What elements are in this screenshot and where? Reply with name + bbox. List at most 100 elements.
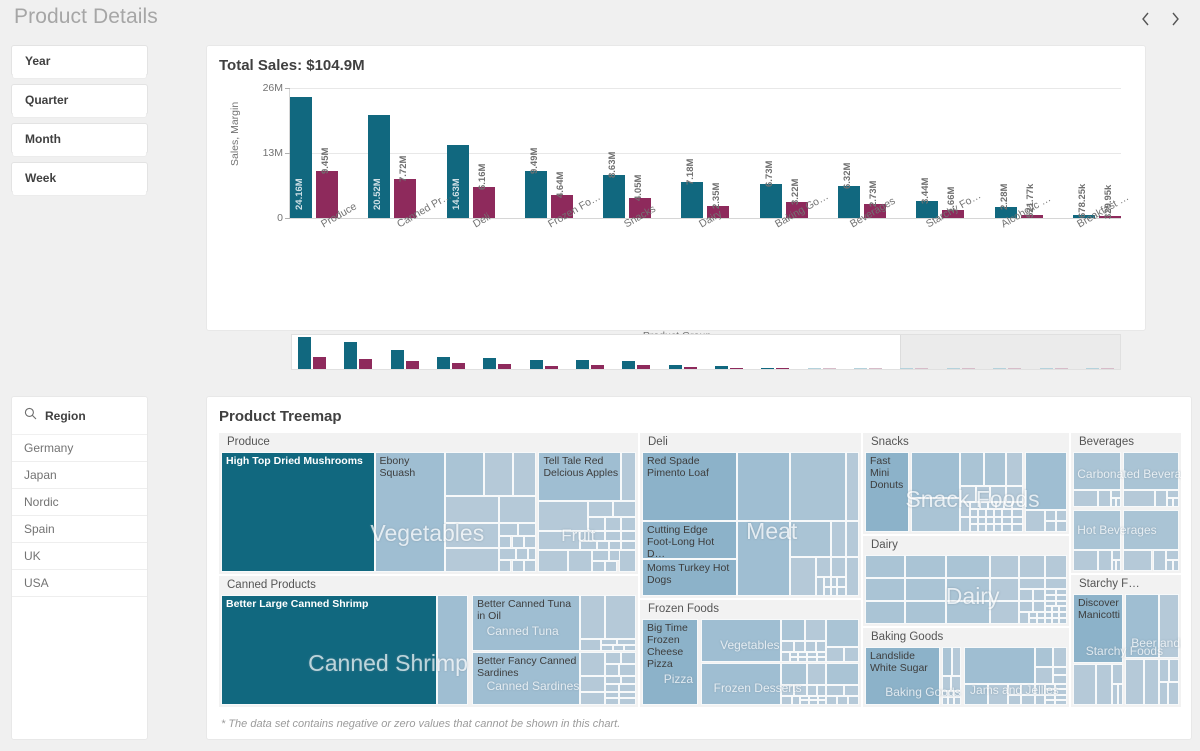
treemap-tile[interactable] [1122,549,1153,571]
search-icon[interactable] [24,407,37,425]
treemap-tile[interactable] [604,664,620,677]
treemap-tile[interactable] [592,561,605,572]
bar-group[interactable]: 7.18M 2.35M [681,88,730,218]
treemap-tile[interactable] [538,531,580,551]
treemap-tile[interactable] [1044,618,1053,624]
treemap-tile[interactable] [737,452,790,522]
treemap-tile[interactable] [1122,510,1179,550]
treemap-tile[interactable] [1012,516,1023,525]
treemap-tile[interactable] [837,586,846,596]
treemap-tile[interactable] [815,557,831,578]
treemap-tile[interactable] [905,600,946,624]
treemap-tile[interactable] [1158,659,1170,682]
treemap-tile[interactable] [604,595,636,639]
treemap-tile[interactable] [1154,490,1168,507]
treemap-tile[interactable] [1006,452,1023,486]
treemap-tile[interactable]: Landslide White Sugar [865,647,940,705]
treemap-tile[interactable] [1117,683,1123,705]
treemap-tile[interactable] [619,664,636,677]
treemap-tile[interactable] [621,540,636,551]
treemap-tile[interactable]: Tell Tale Red Delcious Apples [538,452,622,502]
treemap-tile[interactable] [986,524,995,532]
bar-sales[interactable]: 9.49M [524,147,547,218]
treemap-tile[interactable] [837,577,846,587]
treemap-tile[interactable] [845,452,859,522]
treemap-tile[interactable] [994,516,1003,525]
treemap-tile[interactable] [604,516,622,532]
treemap-tile[interactable] [1018,600,1033,613]
treemap-tile[interactable] [780,695,792,705]
treemap-tile[interactable] [1008,684,1021,695]
treemap-tile[interactable] [845,557,859,596]
treemap-tile[interactable] [1002,516,1013,525]
treemap-tile[interactable] [963,684,989,705]
treemap-tile[interactable] [824,586,831,596]
treemap-tile[interactable] [941,676,951,691]
treemap-tile[interactable] [511,536,524,548]
treemap-tile[interactable] [619,684,636,692]
treemap-tile[interactable] [1034,694,1045,705]
treemap-tile[interactable] [1152,549,1167,571]
treemap-tile[interactable]: Cutting Edge Foot-Long Hot D… [642,521,738,559]
treemap-tile[interactable] [789,656,799,662]
bar-sales[interactable]: 24.16M [290,97,312,218]
treemap-tile[interactable] [945,555,991,578]
treemap-tile[interactable] [445,522,500,548]
treemap-tile[interactable] [826,685,844,696]
chevron-left-icon[interactable] [1138,9,1152,29]
treemap-tile[interactable] [588,516,605,532]
treemap-tile[interactable] [791,695,801,705]
filter-button-week[interactable]: Week [11,162,148,196]
treemap-tile[interactable] [978,509,987,517]
treemap-area[interactable]: Produce High Top Dried Mushrooms Ebony Squ… [219,433,1181,707]
treemap-tile[interactable] [843,685,859,696]
treemap-tile[interactable] [826,646,844,662]
treemap-tile[interactable] [951,647,961,676]
treemap-tile[interactable] [804,619,827,642]
treemap-tile[interactable] [990,577,1019,601]
treemap-tile[interactable] [911,452,960,499]
treemap-tile[interactable] [484,452,514,497]
treemap-tile[interactable] [988,501,997,510]
treemap-tile[interactable] [994,524,1003,532]
treemap-tile[interactable] [517,522,537,536]
bar-group[interactable]: 6.32M 2.73M [838,88,887,218]
treemap-tile[interactable] [978,516,987,525]
treemap-tile[interactable] [515,548,529,560]
treemap-tile[interactable] [1012,501,1023,510]
treemap-tile[interactable] [950,676,961,691]
treemap-tile[interactable] [538,501,589,532]
treemap-tile[interactable] [621,652,636,665]
treemap-tile[interactable] [1004,501,1013,510]
treemap-tile[interactable] [700,662,781,705]
treemap-tile[interactable] [499,536,512,548]
treemap-tile[interactable] [1020,684,1035,695]
treemap-group[interactable]: Canned Products Better Large Canned Shrim… [219,576,638,707]
treemap-tile[interactable] [986,516,995,525]
treemap-tile[interactable] [588,501,614,517]
treemap-tile[interactable] [996,501,1005,510]
treemap-tile[interactable] [604,652,622,665]
chevron-right-icon[interactable] [1168,9,1182,29]
treemap-tile[interactable] [621,516,636,532]
treemap-tile[interactable] [596,540,609,551]
treemap-tile[interactable] [830,557,846,578]
treemap-tile[interactable] [815,577,825,596]
treemap-tile[interactable] [1098,490,1112,507]
treemap-tile[interactable] [970,524,979,532]
treemap-tile[interactable] [1024,509,1045,532]
treemap-tile[interactable] [780,662,807,686]
treemap-tile[interactable] [980,501,989,510]
treemap-tile[interactable] [990,600,1019,624]
treemap-tile[interactable] [804,641,816,652]
treemap-tile[interactable] [824,577,831,587]
treemap-tile[interactable] [793,685,807,696]
treemap-tile[interactable] [579,652,605,677]
treemap-tile[interactable] [445,452,485,497]
treemap-tile[interactable] [604,531,622,541]
treemap-tile[interactable]: Discover Manicotti [1073,594,1123,663]
treemap-tile[interactable] [780,685,794,696]
treemap-group[interactable]: Starchy F… Discover Manicotti Starchy Food… [1071,575,1181,707]
treemap-tile[interactable] [513,452,537,497]
treemap-tile[interactable] [445,496,500,523]
